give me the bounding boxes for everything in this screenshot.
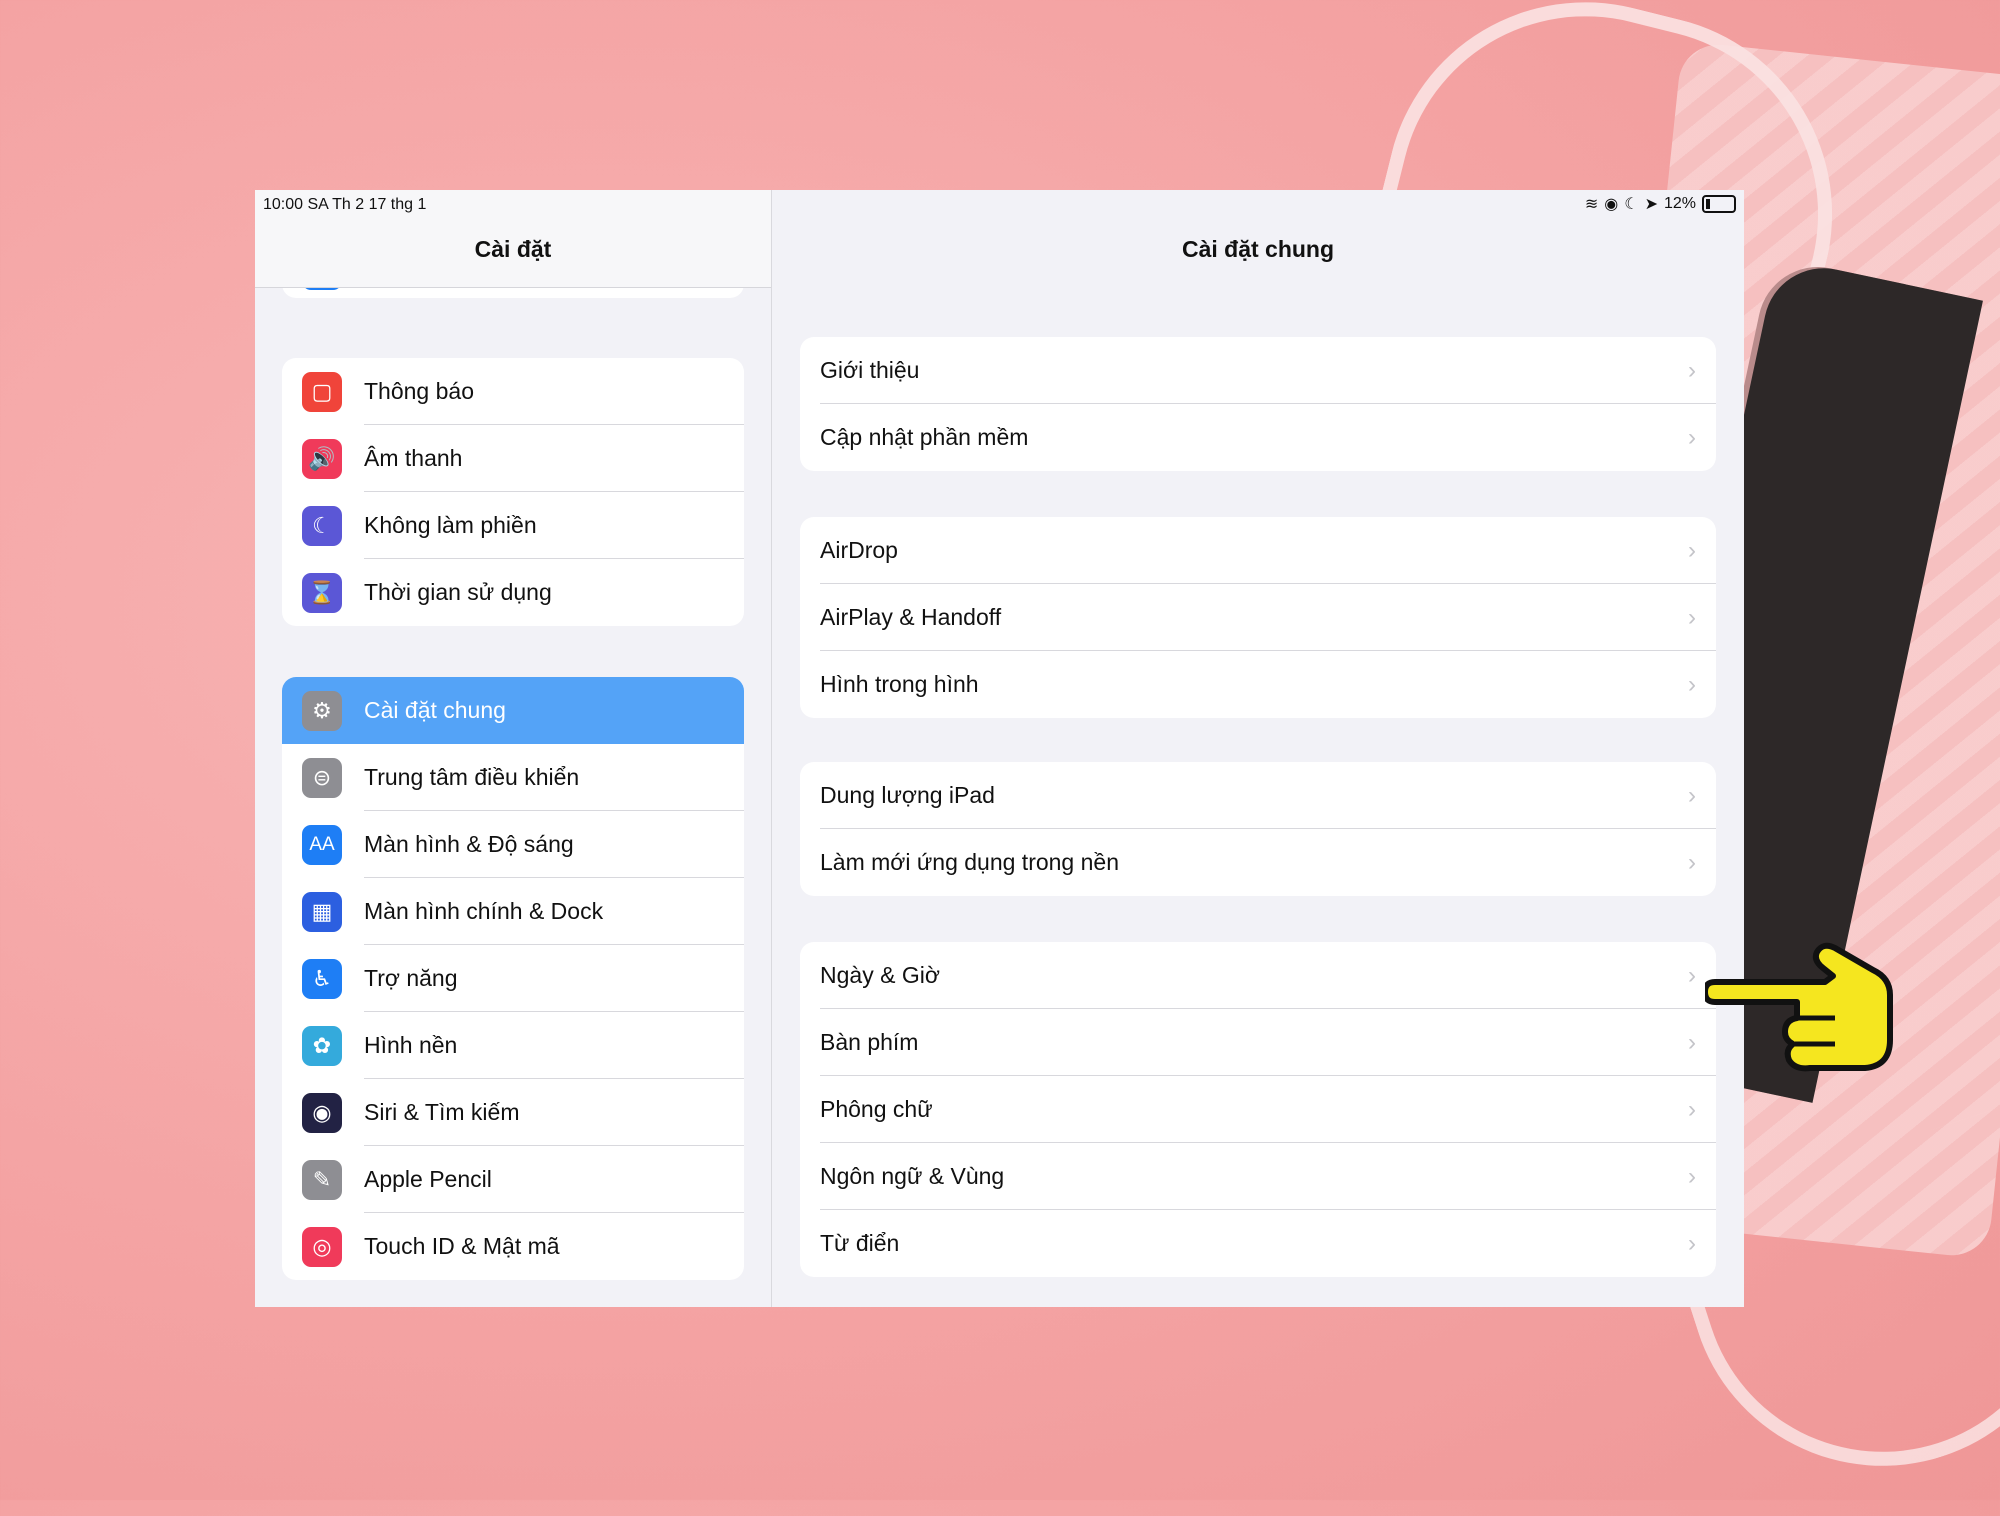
- general-settings-pane: ≋ ◉ ☾ ➤ 12% Cài đặt chung Giới thiệu › Cập…: [772, 190, 1744, 1307]
- settings-row-label: Bàn phím: [820, 1029, 919, 1055]
- sidebar-item-wallpaper[interactable]: ✿ Hình nền: [282, 1012, 744, 1079]
- sidebar-item-fingerprint[interactable]: ◎ Touch ID & Mật mã: [282, 1213, 744, 1280]
- settings-row-label: Cập nhật phần mềm: [820, 424, 1029, 450]
- sidebar-item-label: Hình nền: [364, 1032, 458, 1058]
- chevron-right-icon: ›: [1688, 671, 1696, 698]
- settings-row[interactable]: Hình trong hình ›: [800, 651, 1716, 718]
- sidebar-item-label: Trung tâm điều khiển: [364, 764, 580, 790]
- sidebar-item-label: Màn hình chính & Dock: [364, 898, 604, 924]
- sidebar-title: Cài đặt: [474, 236, 552, 262]
- settings-row-label: AirPlay & Handoff: [820, 604, 1002, 630]
- settings-row[interactable]: Bàn phím ›: [800, 1009, 1716, 1076]
- pointing-hand-icon: [1705, 942, 1893, 1072]
- notification-icon: ▢: [302, 371, 342, 412]
- accessibility-icon: ♿: [302, 958, 342, 999]
- sidebar-item-label: Apple Pencil: [364, 1166, 492, 1192]
- settings-row[interactable]: Từ điển ›: [800, 1210, 1716, 1277]
- location-icon: ➤: [1644, 196, 1658, 213]
- sidebar-header: 10:00 SA Th 2 17 thg 1 Cài đặt: [255, 190, 771, 288]
- settings-row[interactable]: Làm mới ứng dụng trong nền ›: [800, 829, 1716, 896]
- chevron-right-icon: ›: [1688, 537, 1696, 564]
- sidebar-item-label: Màn hình & Độ sáng: [364, 831, 574, 857]
- chevron-right-icon: ›: [1688, 782, 1696, 809]
- chevron-right-icon: ›: [1688, 424, 1696, 451]
- sidebar-item-gear[interactable]: ⚙ Cài đặt chung: [282, 677, 744, 744]
- status-icons: ≋ ◉ ☾ ➤ 12%: [1585, 194, 1736, 214]
- sidebar-item-hourglass[interactable]: ⌛ Thời gian sử dụng: [282, 559, 744, 626]
- wifi-icon: ≋: [1584, 196, 1599, 213]
- chevron-right-icon: ›: [1688, 849, 1696, 876]
- chevron-right-icon: ›: [1688, 357, 1696, 384]
- settings-row-label: Ngày & Giờ: [820, 962, 940, 988]
- settings-row[interactable]: AirDrop ›: [800, 517, 1716, 584]
- settings-group: Ngày & Giờ › Bàn phím › Phông chữ › Ngôn ngữ &…: [800, 942, 1716, 1277]
- sidebar-item-siri[interactable]: ◉ Siri & Tìm kiếm: [282, 1079, 744, 1146]
- settings-row-label: Hình trong hình: [820, 671, 979, 697]
- settings-row[interactable]: Dung lượng iPad ›: [800, 762, 1716, 829]
- sidebar-item-label: Siri & Tìm kiếm: [364, 1099, 520, 1125]
- settings-row[interactable]: Giới thiệu ›: [800, 337, 1716, 404]
- chevron-right-icon: ›: [1688, 604, 1696, 631]
- speaker-icon: 🔊: [302, 438, 342, 479]
- settings-row[interactable]: Ngôn ngữ & Vùng ›: [800, 1143, 1716, 1210]
- sidebar-item-label: Touch ID & Mật mã: [364, 1233, 560, 1259]
- chevron-right-icon: ›: [1688, 1096, 1696, 1123]
- sidebar-item-toggles[interactable]: ⊜ Trung tâm điều khiển: [282, 744, 744, 811]
- settings-row[interactable]: Cập nhật phần mềm ›: [800, 404, 1716, 471]
- settings-row-label: Ngôn ngữ & Vùng: [820, 1163, 1005, 1189]
- sidebar-item-label: Không làm phiền: [364, 512, 537, 538]
- rotation-lock-icon: ◉: [1604, 196, 1619, 213]
- sidebar-item-label: Thời gian sử dụng: [364, 579, 552, 605]
- siri-icon: ◉: [302, 1092, 342, 1133]
- settings-row[interactable]: AirPlay & Handoff ›: [800, 584, 1716, 651]
- settings-row-label: Phông chữ: [820, 1096, 933, 1122]
- sidebar-item-grid[interactable]: ▦ Màn hình chính & Dock: [282, 878, 744, 945]
- sidebar-item-label: Thông báo: [364, 378, 474, 404]
- fingerprint-icon: ◎: [302, 1226, 342, 1267]
- sidebar-group-notifications: ▢ Thông báo 🔊 Âm thanh ☾ Không làm phiền ⌛ Thời…: [282, 358, 744, 626]
- sidebar-item-speaker[interactable]: 🔊 Âm thanh: [282, 425, 744, 492]
- sidebar-item-notification[interactable]: ▢ Thông báo: [282, 358, 744, 425]
- settings-row-label: Làm mới ứng dụng trong nền: [820, 849, 1119, 875]
- settings-row-label: AirDrop: [820, 537, 898, 563]
- battery-icon: [1702, 195, 1736, 213]
- sidebar-item-moon[interactable]: ☾ Không làm phiền: [282, 492, 744, 559]
- chevron-right-icon: ›: [1688, 1163, 1696, 1190]
- toggles-icon: ⊜: [302, 757, 342, 798]
- hourglass-icon: ⌛: [302, 572, 342, 613]
- sidebar-item-accessibility[interactable]: ♿ Trợ năng: [282, 945, 744, 1012]
- chevron-right-icon: ›: [1688, 1230, 1696, 1257]
- chevron-right-icon: ›: [1688, 962, 1696, 989]
- settings-row[interactable]: Ngày & Giờ ›: [800, 942, 1716, 1009]
- battery-percent: 12%: [1663, 195, 1696, 212]
- display-icon: AA: [302, 824, 342, 865]
- settings-group: AirDrop › AirPlay & Handoff › Hình trong hìn…: [800, 517, 1716, 718]
- settings-sidebar: 10:00 SA Th 2 17 thg 1 Cài đặt ▢ Thông bá…: [255, 190, 772, 1307]
- grid-icon: ▦: [302, 891, 342, 932]
- settings-row-label: Dung lượng iPad: [820, 782, 995, 808]
- sidebar-item-label: Trợ năng: [364, 965, 458, 991]
- settings-group: Dung lượng iPad › Làm mới ứng dụng trong n…: [800, 762, 1716, 896]
- pencil-icon: ✎: [302, 1159, 342, 1200]
- settings-row[interactable]: Phông chữ ›: [800, 1076, 1716, 1143]
- sidebar-item-pencil[interactable]: ✎ Apple Pencil: [282, 1146, 744, 1213]
- sidebar-item-label: Cài đặt chung: [364, 697, 506, 723]
- sidebar-group-general: ⚙ Cài đặt chung ⊜ Trung tâm điều khiển AA Màn…: [282, 677, 744, 1280]
- settings-row-label: Từ điển: [820, 1230, 900, 1256]
- settings-group: Giới thiệu › Cập nhật phần mềm ›: [800, 337, 1716, 471]
- page-title: Cài đặt chung: [1181, 236, 1335, 262]
- wallpaper-icon: ✿: [302, 1025, 342, 1066]
- settings-row-label: Giới thiệu: [820, 357, 920, 383]
- sidebar-item-display[interactable]: AA Màn hình & Độ sáng: [282, 811, 744, 878]
- gear-icon: ⚙: [302, 690, 342, 731]
- sidebar-item-label: Âm thanh: [364, 445, 463, 471]
- moon-status-icon: ☾: [1624, 196, 1639, 213]
- moon-icon: ☾: [302, 505, 342, 546]
- status-time: 10:00 SA Th 2 17 thg 1: [263, 196, 427, 213]
- chevron-right-icon: ›: [1688, 1029, 1696, 1056]
- ipad-screen: 10:00 SA Th 2 17 thg 1 Cài đặt ▢ Thông bá…: [255, 190, 1744, 1307]
